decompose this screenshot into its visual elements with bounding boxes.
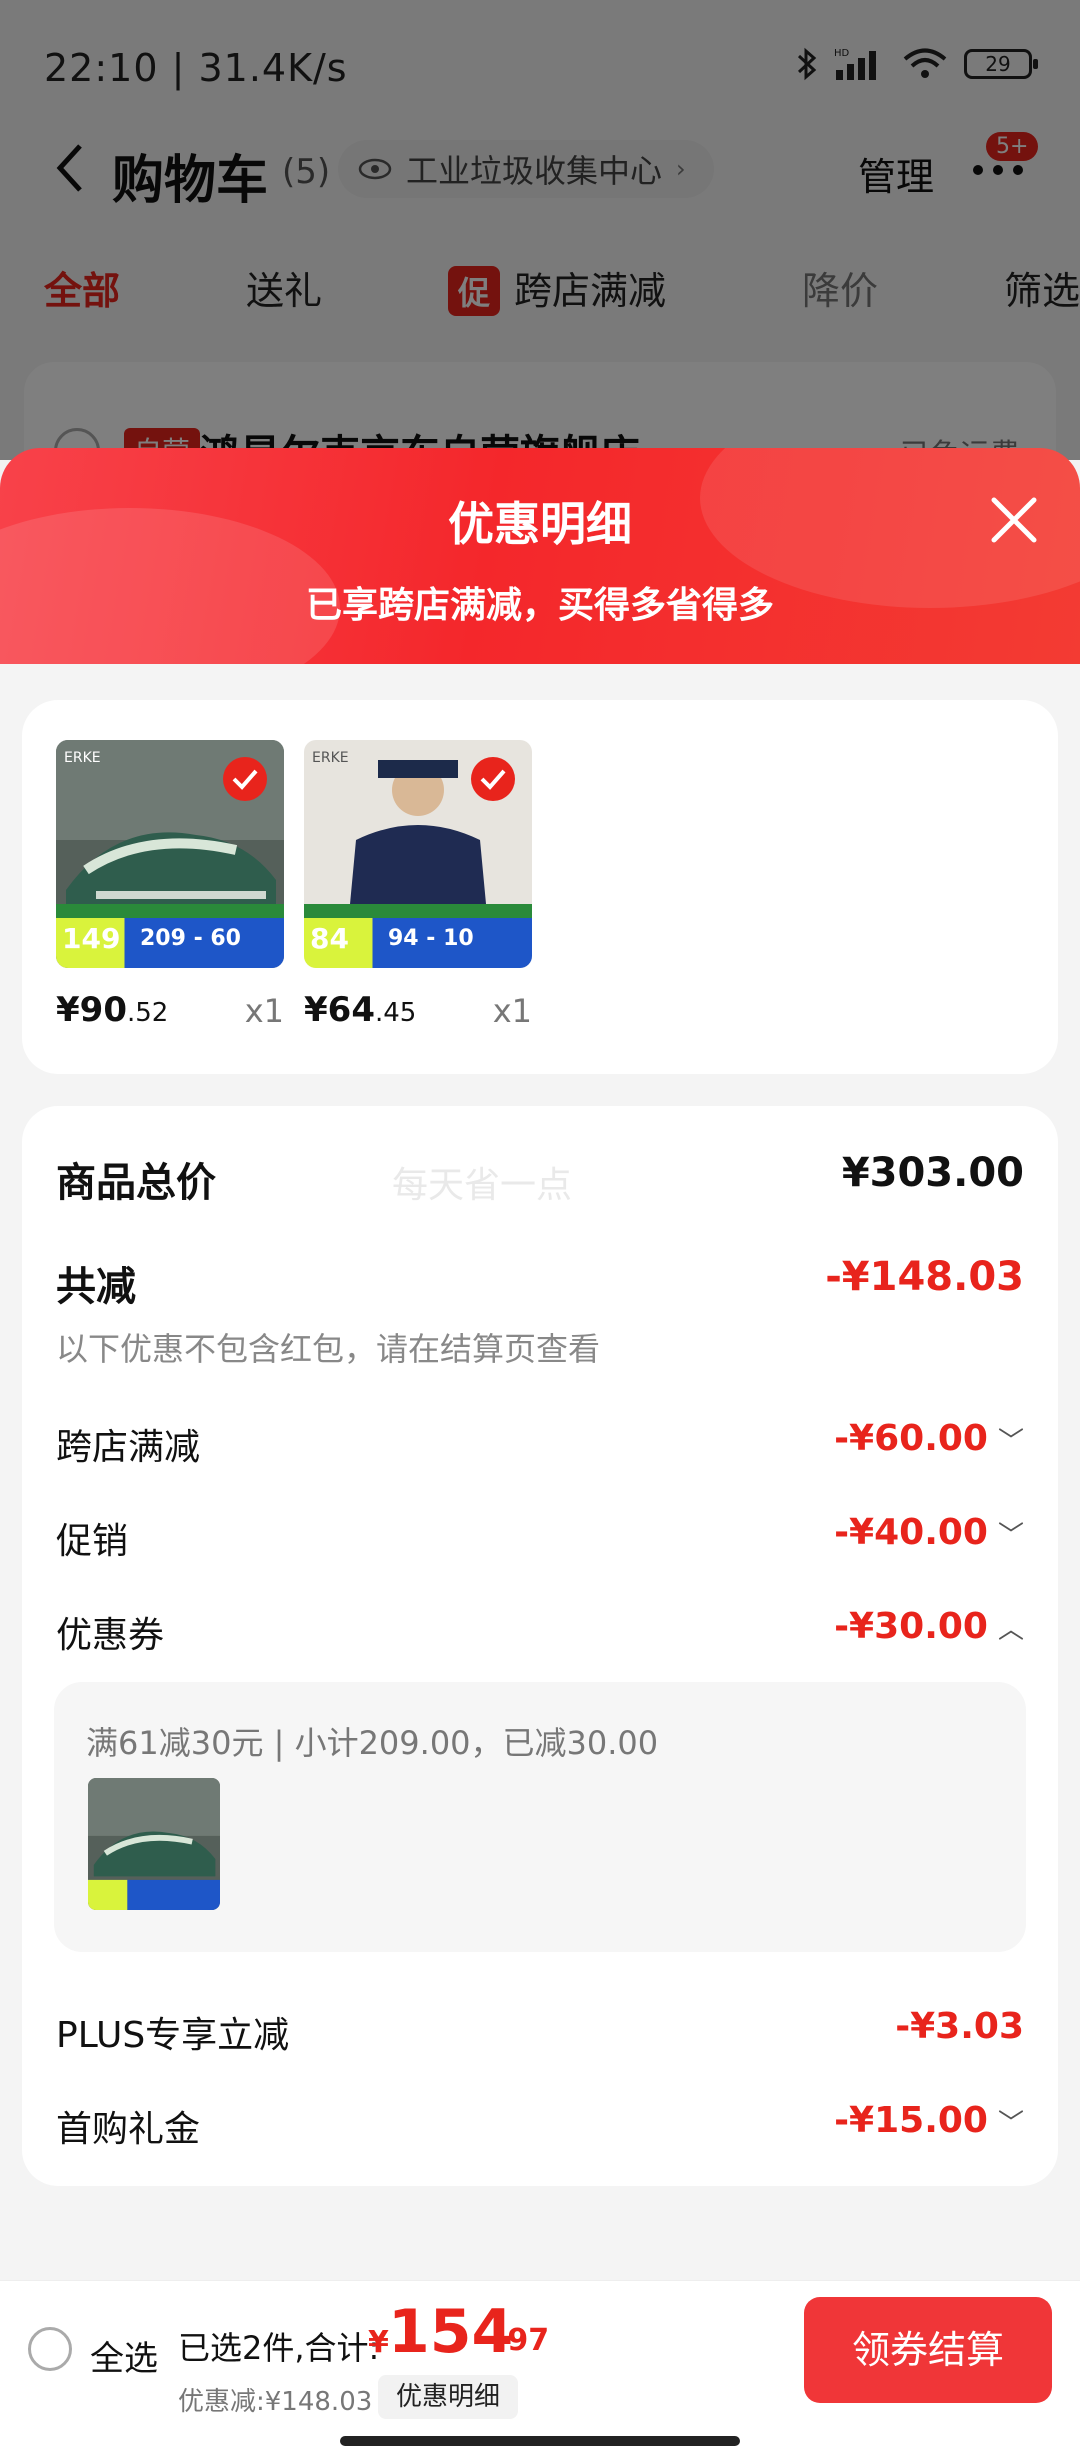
discount-label: 促销 (56, 1521, 129, 1562)
discount-sheet-header: 优惠明细 已享跨店满减，买得多省得多 (0, 448, 1080, 670)
checkout-bar: 全选 已选2件,合计: ¥ 154 .97 优惠减:¥148.03 优惠明细 领… (0, 2280, 1080, 2460)
chevron-down-icon: ﹀ (997, 1427, 1024, 1457)
product-price: ¥64.45 (304, 990, 416, 1030)
coupon-product-thumbnail[interactable] (88, 1778, 220, 1910)
product-image-sweatshirt: ERKE 84 94 - 10 (304, 740, 532, 968)
total-reduce-label: 共减 (56, 1264, 136, 1310)
discount-amount: -¥40.00 (834, 1512, 988, 1553)
svg-text:ERKE: ERKE (64, 750, 101, 766)
select-all-radio[interactable] (28, 2327, 72, 2371)
discount-amount: -¥30.00 (834, 1606, 988, 1647)
close-icon[interactable] (986, 492, 1042, 548)
promo-price-strip: 84 94 - 10 (304, 904, 532, 968)
discount-note: 以下优惠不包含红包，请在结算页查看 (56, 1330, 601, 1368)
chevron-up-icon: ︿ (997, 1615, 1024, 1645)
watermark-text: 每天省一点 (392, 1165, 573, 1206)
total-reduce-value: -¥148.03 (825, 1254, 1024, 1300)
promo-price-strip: 149 209 - 60 (56, 904, 284, 968)
strip-price: 149 (62, 922, 121, 955)
chevron-down-icon: ﹀ (997, 1521, 1024, 1551)
modal-overlay[interactable] (0, 0, 1080, 460)
product-price-dec: .52 (126, 998, 169, 1028)
first-purchase-label: 首购礼金 (56, 2109, 201, 2150)
checked-icon[interactable] (222, 756, 268, 802)
sheet-title: 优惠明细 (448, 497, 632, 551)
coupon-detail-box: 满61减30元 | 小计209.00，已减30.00 (54, 1682, 1026, 1952)
selected-summary-label: 已选2件,合计: (178, 2329, 380, 2367)
discount-value: -¥60.00 ﹀ (834, 1418, 1024, 1459)
selected-products-card: ERKE 149 209 - 60 ¥90.52 x1 ERKE 84 94 -… (22, 700, 1058, 1074)
home-indicator[interactable] (340, 2436, 740, 2446)
discount-amount: -¥15.00 (834, 2100, 988, 2141)
plus-discount-value: -¥3.03 (895, 2006, 1024, 2047)
sneaker-thumbnail-image (88, 1778, 220, 1910)
strip-promo: 209 - 60 (140, 926, 241, 951)
product-price: ¥90.52 (56, 990, 168, 1030)
product-qty: x1 (244, 992, 284, 1030)
product-image-sneaker: ERKE 149 209 - 60 (56, 740, 284, 968)
discount-value: -¥30.00 ︿ (834, 1606, 1024, 1647)
plus-discount-label: PLUS专享立减 (56, 2015, 290, 2056)
discount-value: -¥40.00 ﹀ (834, 1512, 1024, 1553)
product-item[interactable]: ERKE 84 94 - 10 ¥64.45 x1 (304, 740, 532, 1030)
product-price-int: ¥64 (304, 990, 375, 1030)
product-price-int: ¥90 (56, 990, 127, 1030)
product-item[interactable]: ERKE 149 209 - 60 ¥90.52 x1 (56, 740, 284, 1030)
discount-summary: 优惠减:¥148.03 (178, 2387, 373, 2417)
discount-label: 跨店满减 (56, 1427, 201, 1468)
sheet-subtitle: 已享跨店满减，买得多省得多 (305, 585, 774, 626)
svg-text:ERKE: ERKE (312, 750, 349, 766)
total-amount-dec: .97 (496, 2323, 550, 2358)
total-currency: ¥ (368, 2325, 389, 2360)
chevron-down-icon: ﹀ (997, 2109, 1024, 2139)
discount-detail-card: 每天省一点 商品总价 ¥303.00 共减 -¥148.03 以下优惠不包含红包… (22, 1106, 1058, 2186)
product-qty: x1 (492, 992, 532, 1030)
checked-icon[interactable] (470, 756, 516, 802)
coupon-detail-text: 满61减30元 | 小计209.00，已减30.00 (86, 1724, 659, 1762)
strip-promo: 94 - 10 (388, 926, 474, 951)
product-price-dec: .45 (374, 998, 417, 1028)
strip-price: 84 (310, 922, 349, 955)
total-amount-int: 154 (388, 2297, 514, 2367)
discount-label: 优惠券 (56, 1615, 165, 1656)
total-price-label: 商品总价 (56, 1160, 216, 1206)
checkout-button[interactable]: 领券结算 (804, 2297, 1052, 2403)
select-all-label[interactable]: 全选 (90, 2331, 158, 2380)
discount-amount: -¥60.00 (834, 1418, 988, 1459)
total-price-value: ¥303.00 (841, 1150, 1024, 1196)
discount-detail-button[interactable]: 优惠明细 (378, 2375, 519, 2419)
first-purchase-value: -¥15.00 ﹀ (834, 2100, 1024, 2141)
